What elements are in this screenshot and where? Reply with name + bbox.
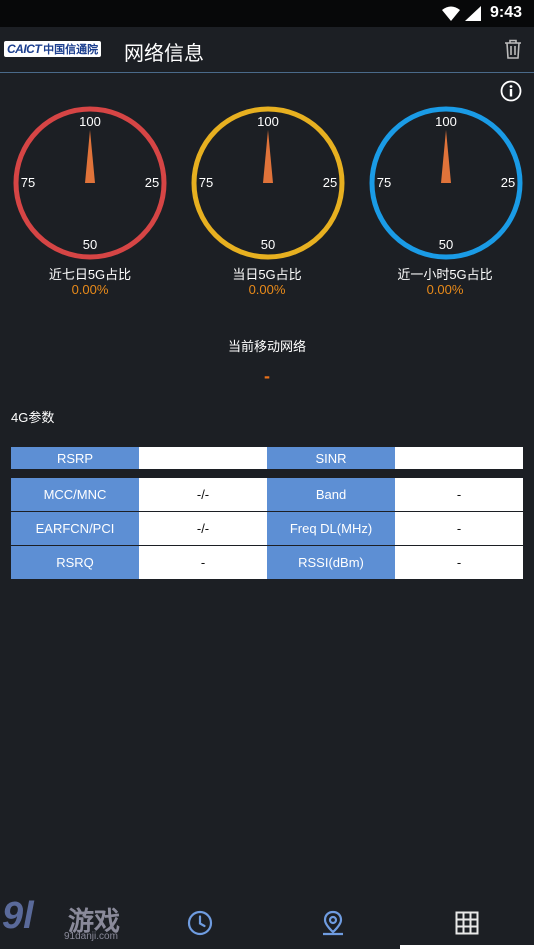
gauge-dial: 100 75 25 50	[13, 106, 167, 260]
clock-icon	[187, 910, 212, 936]
nav-history[interactable]	[133, 897, 266, 949]
rsrq-value: -	[139, 545, 267, 580]
gauge-tick-left: 75	[21, 175, 35, 190]
band-label: Band	[267, 478, 395, 512]
params-table: MCC/MNC -/- Band - EARFCN/PCI -/- Freq D…	[11, 478, 523, 580]
gauge-tick-left: 75	[377, 175, 391, 190]
signal-icon	[465, 6, 481, 21]
freq-dl-value: -	[395, 511, 523, 546]
current-network-title: 当前移动网络	[227, 339, 306, 354]
nav-table[interactable]	[400, 897, 533, 949]
logo-text: CAICT	[7, 42, 42, 56]
gauge-last-hour-label: 近一小时5G占比	[397, 267, 493, 282]
gauge-today-label: 当日5G占比	[232, 267, 302, 282]
nav-active-indicator	[400, 945, 534, 949]
gauge-seven-day-value: 0.00%	[71, 282, 109, 297]
gauge-last-hour-value: 0.00%	[426, 282, 464, 297]
location-pin-icon	[322, 910, 343, 936]
gauge-dial: 100 75 25 50	[369, 106, 523, 260]
rssi-value: -	[395, 545, 523, 580]
nav-location[interactable]	[266, 897, 399, 949]
wifi-icon	[442, 6, 460, 21]
gauge-today: 100 75 25 50	[188, 103, 348, 263]
logo-cn-text: 中国信通院	[43, 44, 99, 56]
gauge-needle	[85, 130, 95, 183]
band-value: -	[395, 478, 523, 512]
earfcn-pci-value: -/-	[139, 511, 267, 546]
rsrp-value	[139, 447, 267, 470]
gauge-dial: 100 75 25 50	[191, 106, 345, 260]
watermark-brand: 9l	[2, 895, 34, 937]
gauge-seven-day: 100 75 25 50	[10, 103, 170, 263]
table-row: EARFCN/PCI -/- Freq DL(MHz) -	[11, 511, 523, 546]
sinr-label: SINR	[267, 447, 395, 470]
earfcn-pci-label: EARFCN/PCI	[11, 511, 139, 546]
rsrp-label: RSRP	[11, 447, 139, 470]
gauge-tick-bottom: 50	[439, 237, 453, 252]
gauge-tick-right: 25	[145, 175, 159, 190]
rsrq-label: RSRQ	[11, 545, 139, 580]
table-row: RSRQ - RSSI(dBm) -	[11, 545, 523, 580]
table-row: RSRP SINR	[11, 447, 523, 470]
table-icon	[455, 911, 478, 935]
gauge-today-value: 0.00%	[248, 282, 286, 297]
caict-logo: CAICT 中国信通院	[4, 41, 102, 57]
gauge-tick-top: 100	[79, 114, 101, 129]
gauge-tick-right: 25	[323, 175, 337, 190]
gauge-tick-bottom: 50	[83, 237, 97, 252]
page-title: 网络信息	[124, 43, 204, 65]
status-time: 9:43	[489, 4, 522, 21]
current-network-value: -	[264, 366, 270, 386]
gauge-tick-left: 75	[199, 175, 213, 190]
mcc-mnc-label: MCC/MNC	[11, 478, 139, 512]
watermark: 9l 游戏 91danji.com	[0, 895, 140, 949]
sinr-value	[395, 447, 523, 470]
rssi-label: RSSI(dBm)	[267, 545, 395, 580]
mcc-mnc-value: -/-	[139, 478, 267, 512]
freq-dl-label: Freq DL(MHz)	[267, 511, 395, 546]
gauge-last-hour: 100 75 25 50	[366, 103, 526, 263]
section-title-4g: 4G参数	[11, 410, 55, 425]
gauge-tick-right: 25	[501, 175, 515, 190]
trash-icon[interactable]	[504, 39, 522, 59]
rsrp-sinr-table: RSRP SINR	[11, 447, 523, 470]
watermark-url: 91danji.com	[64, 931, 118, 942]
table-row: MCC/MNC -/- Band -	[11, 478, 523, 512]
gauge-tick-top: 100	[435, 114, 457, 129]
gauge-tick-bottom: 50	[261, 237, 275, 252]
gauge-seven-day-label: 近七日5G占比	[48, 267, 132, 282]
gauge-needle	[441, 130, 451, 183]
gauge-tick-top: 100	[257, 114, 279, 129]
gauge-needle	[263, 130, 273, 183]
info-icon[interactable]	[500, 80, 522, 102]
status-bar: 9:43	[0, 0, 534, 27]
app-bar: CAICT 中国信通院 网络信息	[0, 27, 534, 73]
